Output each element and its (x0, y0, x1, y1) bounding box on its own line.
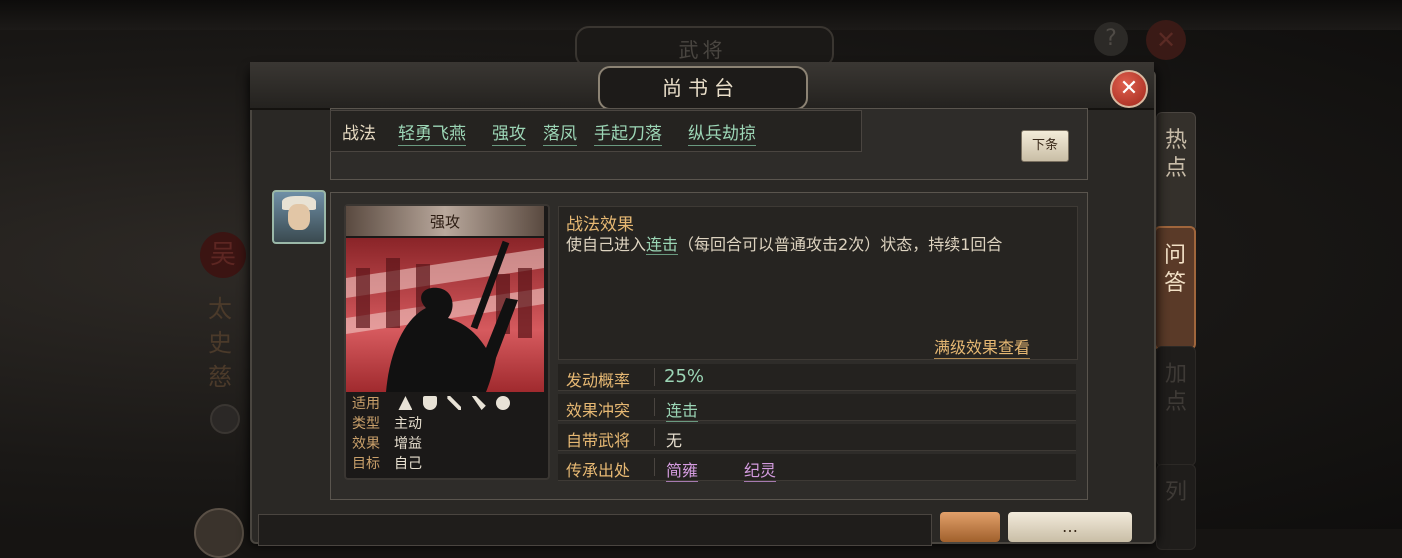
close-button[interactable]: ✕ (1110, 70, 1148, 108)
card-info-target: 目标 自己 (352, 454, 422, 474)
info-key-target: 目标 (352, 456, 380, 472)
info-val-target: 自己 (394, 456, 422, 472)
emoji-button[interactable] (940, 512, 1000, 542)
bow-icon (447, 396, 462, 410)
row-val-conflict-link[interactable]: 连击 (666, 397, 699, 422)
card-info-type: 类型 主动 (352, 414, 422, 434)
card-info-applicable: 适用 (352, 394, 516, 414)
shield-icon (422, 396, 437, 410)
question-input[interactable] (258, 514, 932, 546)
siege-icon (496, 396, 511, 410)
info-val-type: 主动 (394, 416, 422, 432)
row-val-trigger-rate: 25% (664, 366, 705, 387)
row-divider (654, 398, 655, 416)
tab-hot-label: 热 点 (1164, 128, 1187, 181)
tab-add-points[interactable]: 加 点 (1156, 346, 1196, 466)
tactic-link-qianggong[interactable]: 强攻 (492, 119, 526, 146)
effect-text-before: 使自己进入 (566, 235, 647, 254)
tactic-link-shouqidaoluo[interactable]: 手起刀落 (594, 119, 662, 146)
row-divider (654, 368, 655, 386)
tab-qa-label: 问 答 (1163, 243, 1186, 296)
tab-list[interactable]: 列 (1156, 464, 1196, 550)
row-trigger-rate (558, 364, 1076, 391)
speaker-icon[interactable] (210, 404, 240, 434)
row-own-general (558, 424, 1076, 451)
tab-qa[interactable]: 问 答 (1154, 226, 1196, 350)
tactics-label: 战法 (342, 124, 376, 144)
cavalry-icon (398, 396, 413, 410)
dialog-title: 尚书台 (662, 76, 740, 100)
row-inherit-source (558, 454, 1076, 481)
bg-close-icon[interactable]: ✕ (1146, 20, 1186, 60)
inherit-general-link-1[interactable]: 简雍 (666, 457, 699, 482)
faction-badge: 吴 (200, 232, 246, 278)
effect-text-after: （每回合可以普通攻击2次）状态，持续1回合 (678, 235, 1003, 254)
tactic-link-qingyongfeiyan[interactable]: 轻勇飞燕 (398, 119, 466, 146)
card-info-effect: 效果 增益 (352, 434, 422, 454)
effect-description: 使自己进入连击（每回合可以普通攻击2次）状态，持续1回合 (566, 232, 1066, 258)
troop-icons (398, 396, 516, 412)
spear-icon (471, 396, 486, 410)
row-key-inherit-source: 传承出处 (566, 461, 631, 480)
row-key-conflict: 效果冲突 (566, 401, 631, 420)
tab-list-label: 列 (1164, 480, 1187, 505)
next-button[interactable]: 下条 (1021, 130, 1069, 162)
card-title: 强攻 (429, 213, 460, 231)
card-art-illustration (346, 240, 544, 392)
help-icon[interactable]: ? (1094, 22, 1128, 56)
info-key-type: 类型 (352, 416, 380, 432)
advisor-avatar[interactable] (272, 190, 326, 244)
general-name: 太史慈 (208, 295, 232, 391)
row-val-own-general: 无 (666, 431, 683, 450)
row-divider (654, 458, 655, 476)
tab-hot[interactable]: 热 点 (1156, 112, 1196, 232)
row-key-own-general: 自带武将 (566, 431, 631, 450)
tactic-link-zongbingjielve[interactable]: 纵兵劫掠 (688, 119, 756, 146)
effect-highlight-link[interactable]: 连击 (646, 235, 679, 255)
send-button[interactable]: … (1008, 512, 1132, 542)
info-val-effect: 增益 (394, 436, 422, 452)
tab-add-label: 加 点 (1164, 362, 1187, 415)
info-key-applicable: 适用 (352, 396, 380, 412)
row-conflict (558, 394, 1076, 421)
bg-page-title: 武将 (678, 38, 727, 62)
inherit-general-link-2[interactable]: 纪灵 (744, 457, 777, 482)
card-art (346, 238, 544, 392)
info-key-effect: 效果 (352, 436, 380, 452)
row-divider (654, 428, 655, 446)
bottom-avatar[interactable] (194, 508, 244, 558)
avatar-face (288, 204, 310, 230)
tactic-link-luofeng[interactable]: 落凤 (543, 119, 577, 146)
row-key-trigger-rate: 发动概率 (566, 371, 631, 390)
max-level-link[interactable]: 满级效果查看 (934, 334, 1031, 359)
